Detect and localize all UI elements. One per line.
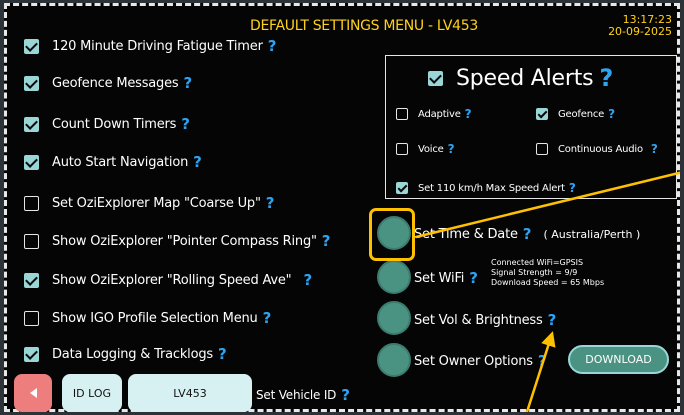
arrow-to-vol-brightness (525, 331, 556, 412)
annotation-arrows (415, 171, 680, 412)
arrow-to-highlight (415, 171, 680, 239)
settings-screen: DEFAULT SETTINGS MENU - LV453 13:17:23 2… (4, 3, 680, 412)
